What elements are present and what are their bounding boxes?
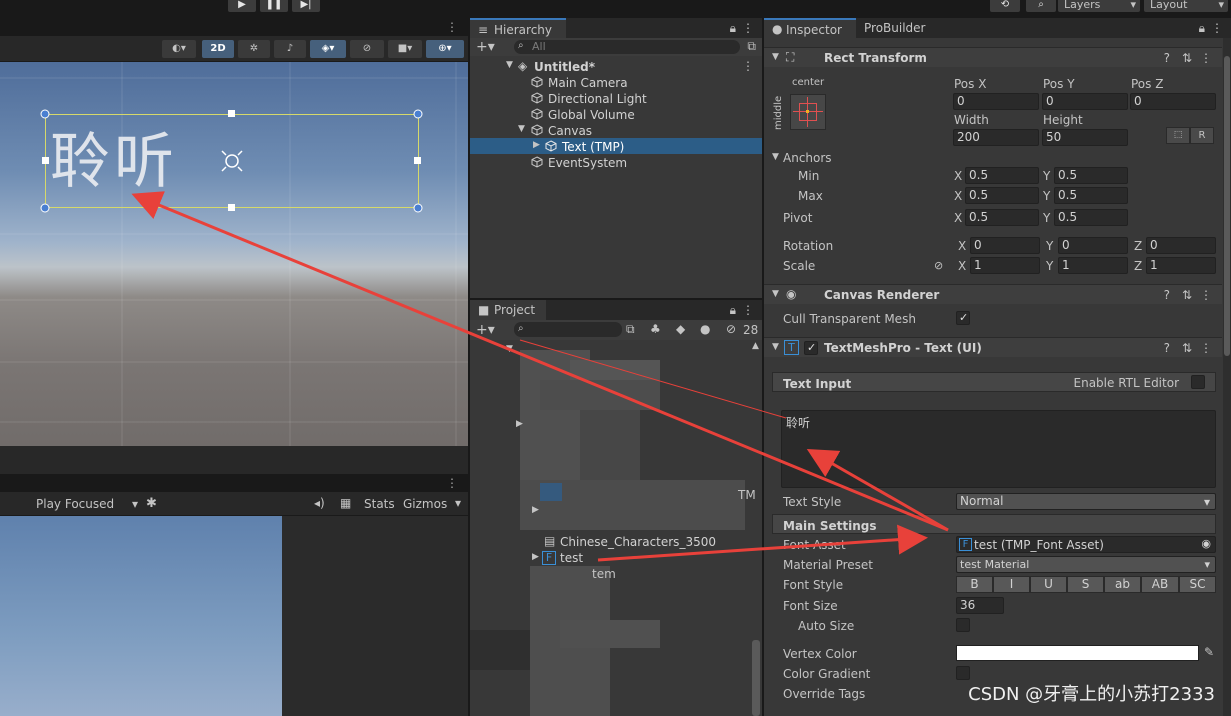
annotation-arrow — [597, 524, 928, 562]
annotation-arrow — [806, 449, 949, 532]
annotation-overlay — [131, 191, 949, 562]
annotation-line — [519, 339, 787, 419]
watermark: CSDN @牙膏上的小苏打2333 — [968, 684, 1215, 705]
annotation-arrow — [131, 191, 949, 532]
